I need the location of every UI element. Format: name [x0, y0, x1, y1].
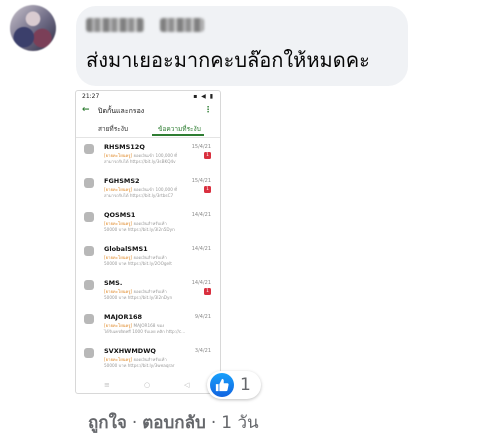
sms-sender-icon — [84, 144, 94, 154]
avatar[interactable] — [10, 5, 56, 51]
more-options-icon: ⋮ — [204, 105, 212, 114]
reply-button[interactable]: ตอบกลับ — [142, 413, 206, 433]
message-preview-line2: 50000 บาท https://bit.ly/3weaqrar — [104, 363, 175, 368]
list-item: FGHSMS2 15/4/21 [ยายคะโยนครู] ยอดเงินเข้… — [76, 173, 220, 207]
like-icon — [210, 373, 234, 397]
attached-screenshot[interactable]: 21:27 ▪ ◀ ▮ ← ปิดกั้นและกรอง ⋮ สายที่ระง… — [75, 90, 221, 394]
message-sender: SVXHWMDWQ — [104, 347, 156, 355]
reaction-count: 1 — [240, 375, 251, 395]
message-sender: SMS. — [104, 279, 123, 287]
message-sender: RHSMS12Q — [104, 143, 145, 151]
message-sender: MAJOR168 — [104, 313, 143, 321]
back-arrow-icon: ← — [82, 105, 90, 115]
status-time: 21:27 — [82, 93, 100, 100]
unread-badge: 1 — [204, 288, 211, 295]
sms-sender-icon — [84, 246, 94, 256]
status-bar: 21:27 ▪ ◀ ▮ — [76, 91, 220, 103]
message-preview-line2: สามารถรับได้ https://bit.ly/3rtbsC7 — [104, 193, 174, 198]
back-icon: ◁ — [184, 381, 190, 389]
recent-apps-icon: ≡ — [104, 381, 110, 389]
message-date: 15/4/21 — [191, 178, 211, 184]
list-item: SVXHWMDWQ 3/4/21 [ยายคะโยนครู] ยอดเงินสำ… — [76, 343, 220, 377]
separator: · — [210, 413, 217, 433]
status-icons: ▪ ◀ ▮ — [193, 93, 214, 100]
message-preview-line2: 50000 บาท https://bit.ly/3l2n5Dyn — [104, 227, 175, 232]
message-list: RHSMS12Q 15/4/21 [ยายคะโยนครู] ยอดเงินเข… — [76, 139, 220, 377]
tab-blocked-calls: สายที่ระงับ — [98, 125, 128, 133]
comment-text: ส่งมาเยอะมากคะบล๊อกให้หมดคะ — [86, 48, 370, 72]
message-preview-line2: 50000 บาท https://bit.ly/3l2nDyn — [104, 295, 173, 300]
app-title: ปิดกั้นและกรอง — [98, 107, 145, 115]
sms-sender-icon — [84, 314, 94, 324]
sms-sender-icon — [84, 348, 94, 358]
tab-blocked-messages: ข้อความที่ระงับ — [158, 125, 201, 133]
message-preview-line2: สามารถรับได้ https://bit.ly/3sBKQ4v — [104, 159, 176, 164]
message-date: 14/4/21 — [191, 280, 211, 286]
message-sender: QOSMS1 — [104, 211, 136, 219]
reaction-summary[interactable]: 1 — [207, 371, 261, 399]
comment-bubble: ส่งมาเยอะมากคะบล๊อกให้หมดคะ — [76, 6, 408, 86]
message-date: 14/4/21 — [191, 212, 211, 218]
list-item: MAJOR168 9/4/21 [ยายคะโยนครู] MAJOR168 ข… — [76, 309, 220, 343]
app-bar: ← ปิดกั้นและกรอง ⋮ — [76, 103, 220, 119]
message-preview-line2: 50000 บาท https://bit.ly/2OOgelt — [104, 261, 172, 266]
list-item: QOSMS1 14/4/21 [ยายคะโยนครู] ยอดเงินสำหร… — [76, 207, 220, 241]
message-date: 14/4/21 — [191, 246, 211, 252]
message-preview-line2: ได้รับเครดิตฟรี 1000 รับเลย คลิก http://… — [104, 329, 186, 334]
active-tab-indicator — [152, 134, 204, 136]
phone-nav-bar: ≡ ○ ◁ — [76, 379, 220, 393]
unread-badge: 1 — [204, 152, 211, 159]
message-sender: FGHSMS2 — [104, 177, 140, 185]
comment-timestamp[interactable]: 1 วัน — [221, 413, 258, 433]
message-date: 15/4/21 — [191, 144, 211, 150]
like-button[interactable]: ถูกใจ — [88, 413, 127, 433]
separator: · — [131, 413, 138, 433]
commenter-name-blurred[interactable] — [86, 18, 144, 32]
message-sender: GlobalSMS1 — [104, 245, 148, 253]
sms-sender-icon — [84, 212, 94, 222]
unread-badge: 1 — [204, 186, 211, 193]
comment-actions: ถูกใจ · ตอบกลับ · 1 วัน — [88, 409, 259, 436]
message-date: 9/4/21 — [194, 314, 211, 320]
tab-bar: สายที่ระงับ ข้อความที่ระงับ — [76, 119, 220, 138]
commenter-name-blurred-2[interactable] — [160, 18, 204, 32]
message-date: 3/4/21 — [194, 348, 211, 354]
sms-sender-icon — [84, 280, 94, 290]
home-icon: ○ — [144, 381, 151, 389]
sms-sender-icon — [84, 178, 94, 188]
list-item: SMS. 14/4/21 [ยายคะโยนครู] ยอดเงินสำหรับ… — [76, 275, 220, 309]
list-item: RHSMS12Q 15/4/21 [ยายคะโยนครู] ยอดเงินเข… — [76, 139, 220, 173]
list-item: GlobalSMS1 14/4/21 [ยายคะโยนครู] ยอดเงิน… — [76, 241, 220, 275]
